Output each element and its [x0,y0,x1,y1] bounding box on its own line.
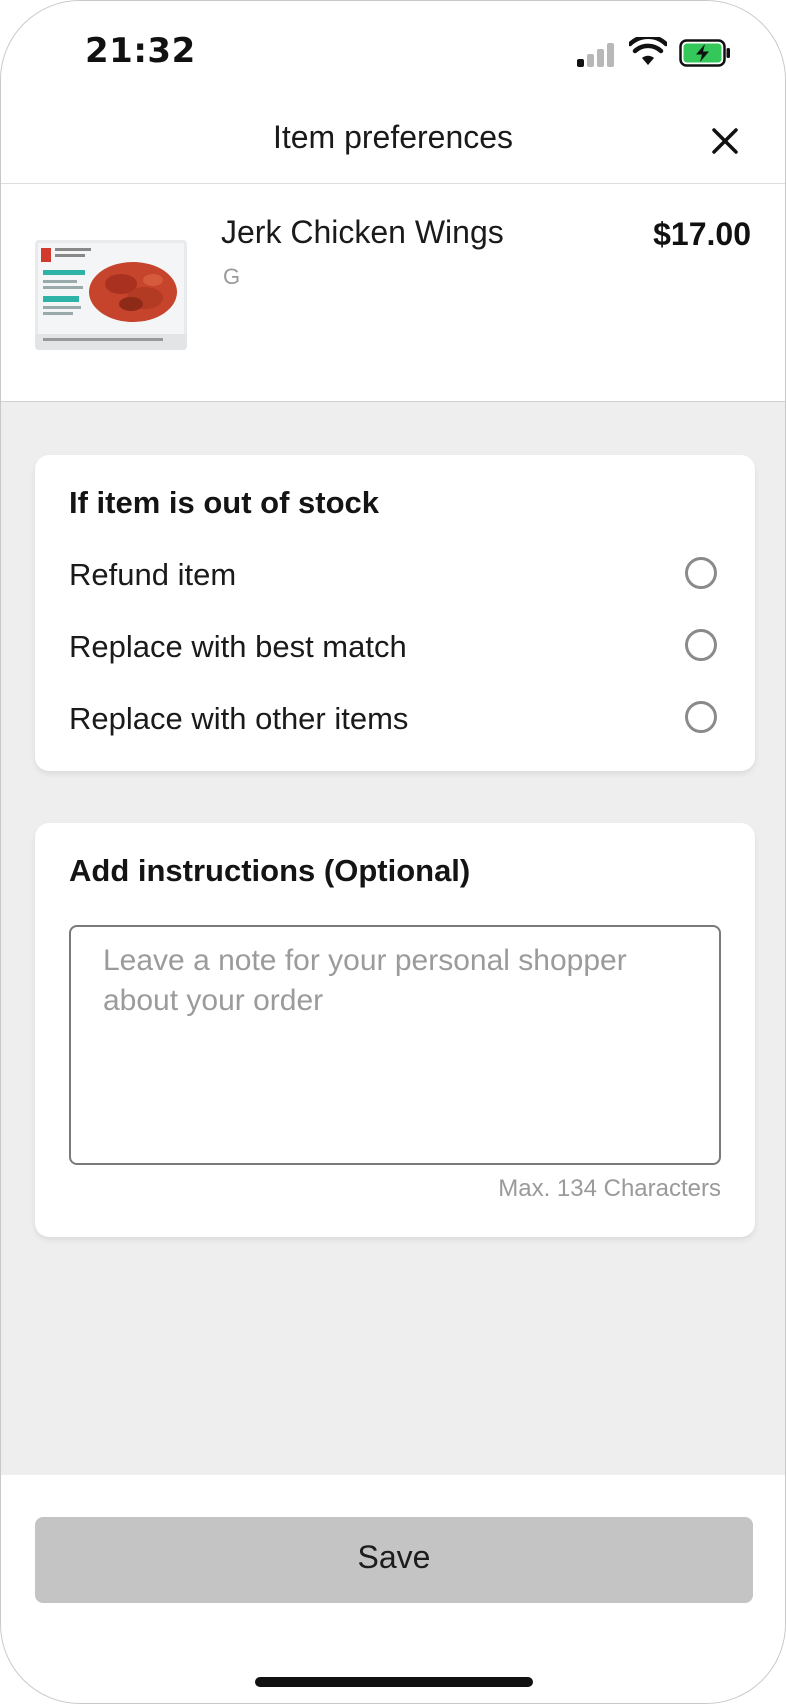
page-title: Item preferences [272,119,514,155]
status-bar: 21:32 [1,1,785,101]
product-package-image [35,240,187,350]
product-name: Jerk Chicken Wings [221,214,504,250]
instructions-card: Add instructions (Optional) Max. 134 Cha… [35,823,755,1237]
option-label: Refund item [69,557,237,592]
product-price: $17.00 [653,216,751,252]
save-button-label: Save [357,1539,431,1575]
radio-button[interactable] [685,557,717,589]
header-bar: Item preferences [1,101,785,184]
out-of-stock-card: If item is out of stock Refund item Repl… [35,455,755,771]
instructions-heading: Add instructions (Optional) [69,853,471,888]
signal-icon [577,41,617,67]
option-replace-best-match[interactable]: Replace with best match [35,617,755,677]
option-refund-item[interactable]: Refund item [35,545,755,605]
battery-charging-icon [679,39,730,67]
character-limit: Max. 134 Characters [498,1175,721,1202]
radio-button[interactable] [685,701,717,733]
product-summary: Jerk Chicken Wings G $17.00 [1,184,785,402]
save-button[interactable]: Save [35,1517,753,1603]
option-replace-other-items[interactable]: Replace with other items [35,689,755,749]
phone-screen: 21:32 Item preferences Jerk Chicken Wing… [0,0,786,1704]
status-time: 21:32 [85,31,196,71]
option-label: Replace with other items [69,701,409,736]
home-indicator[interactable] [255,1677,533,1687]
footer-bar: Save [1,1475,785,1703]
product-unit: G [223,264,241,289]
instructions-field[interactable] [69,925,721,1165]
instructions-textarea[interactable] [71,927,719,1163]
radio-button[interactable] [685,629,717,661]
wifi-icon [629,37,667,65]
out-of-stock-heading: If item is out of stock [69,485,380,520]
option-label: Replace with best match [69,629,407,664]
close-icon[interactable] [705,121,745,161]
